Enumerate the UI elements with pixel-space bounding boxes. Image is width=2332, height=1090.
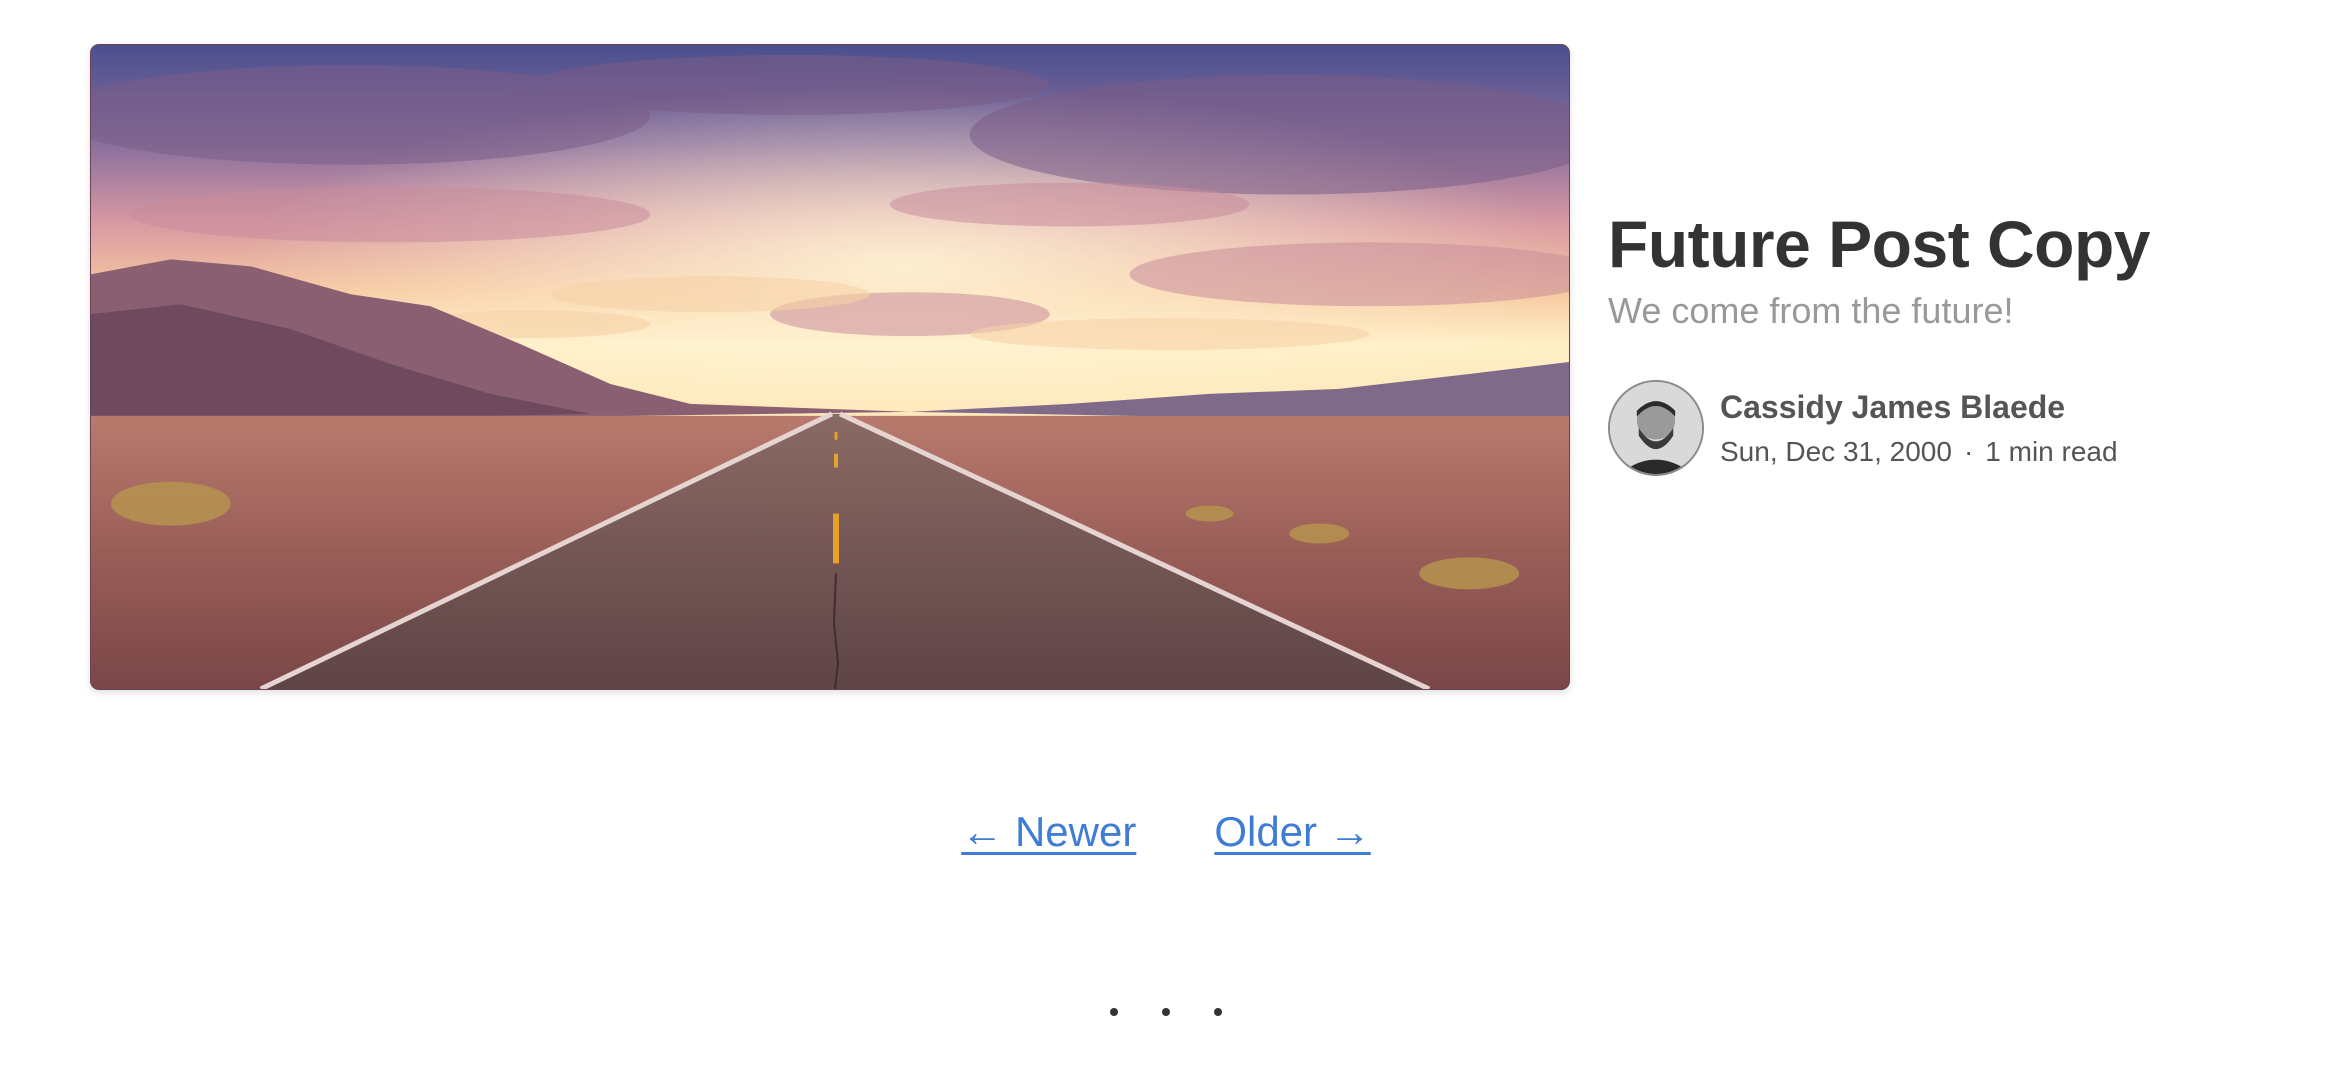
avatar-icon [1610, 382, 1702, 474]
divider-dot [1162, 1008, 1170, 1016]
author-avatar[interactable] [1608, 380, 1704, 476]
newer-link[interactable]: ← Newer [961, 808, 1136, 856]
page: Future Post Copy We come from the future… [0, 0, 2332, 1090]
post-title[interactable]: Future Post Copy [1608, 206, 2151, 282]
divider-dot [1110, 1008, 1118, 1016]
author-byline: Cassidy James Blaede Sun, Dec 31, 2000 · 1… [1608, 378, 2118, 478]
meta-separator: · [1963, 435, 1974, 467]
post-subtitle: We come from the future! [1608, 290, 2014, 331]
pager-gap [1136, 808, 1214, 856]
pagination: ← Newer Older → [0, 808, 2332, 856]
older-link[interactable]: Older → [1214, 808, 1370, 856]
post-meta: Sun, Dec 31, 2000 · 1 min read [1720, 436, 2118, 468]
hero-image[interactable] [90, 44, 1570, 690]
read-time: 1 min read [1985, 435, 2118, 467]
post-date: Sun, Dec 31, 2000 [1720, 435, 1952, 467]
divider-dot [1214, 1008, 1222, 1016]
section-divider [0, 1008, 2332, 1016]
hero-image-graphic [91, 45, 1569, 689]
author-name[interactable]: Cassidy James Blaede [1720, 389, 2118, 426]
